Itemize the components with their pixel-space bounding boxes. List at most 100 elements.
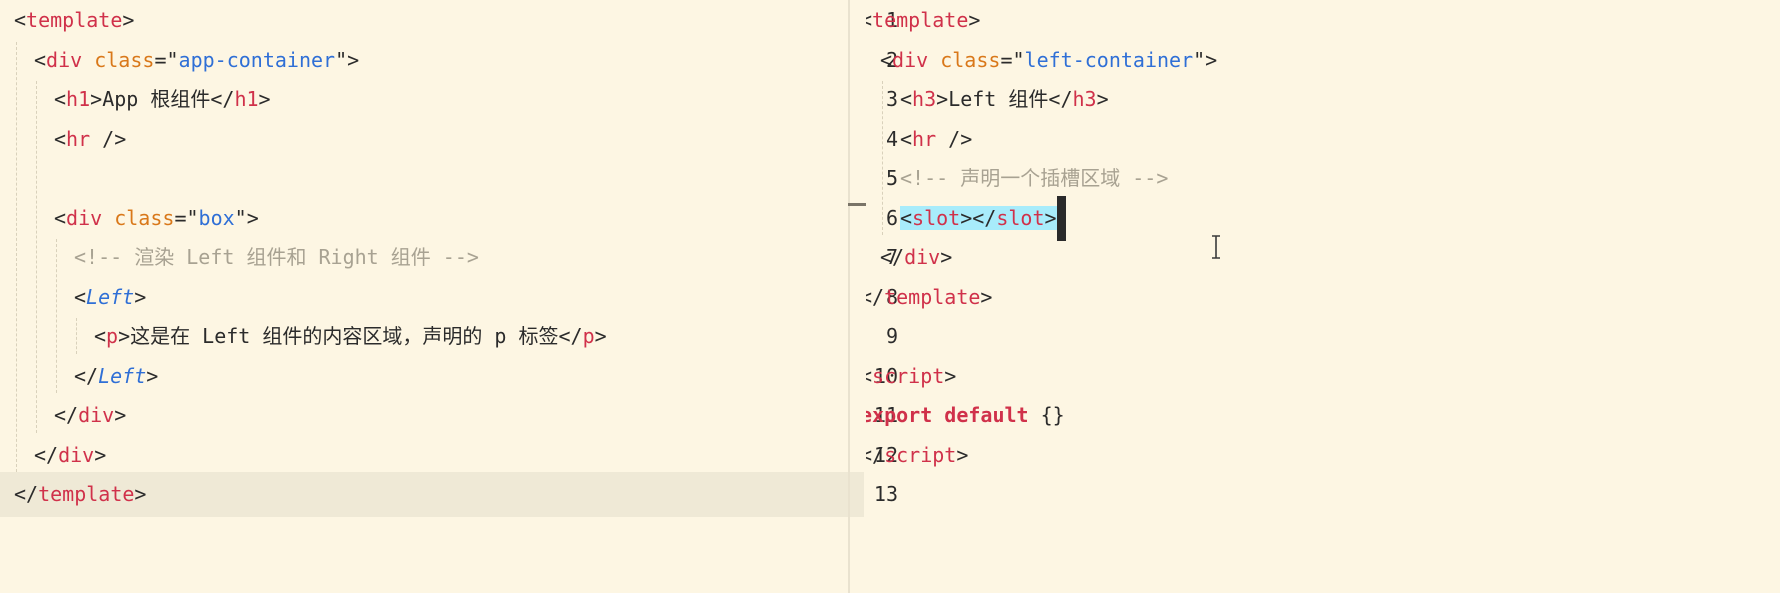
code-token: h3 — [912, 87, 937, 111]
code-token: > — [146, 363, 159, 388]
split-divider[interactable] — [848, 0, 850, 593]
code-text[interactable]: <!-- 渲染 Left 组件和 Right 组件 --> — [74, 235, 479, 280]
code-token: script — [872, 363, 945, 388]
code-token: > — [114, 403, 127, 427]
indent-guide — [76, 318, 77, 354]
code-line[interactable]: 6 <slot></slot> — [866, 195, 1780, 241]
code-token: < — [34, 47, 47, 72]
code-text[interactable]: </div> — [880, 235, 952, 280]
code-token: template — [872, 8, 969, 32]
code-text[interactable]: </template> — [14, 472, 146, 517]
code-token: </ — [74, 363, 99, 388]
code-text[interactable]: </script> — [866, 433, 968, 478]
code-text[interactable]: <div class="box"> — [54, 196, 259, 241]
code-line[interactable]: 8 </template> — [866, 275, 1780, 320]
code-token: h1 — [234, 87, 259, 111]
code-text[interactable]: <script> — [866, 354, 956, 399]
code-text[interactable]: <slot></slot> — [900, 195, 1066, 241]
code-line[interactable]: </Left> — [0, 354, 864, 399]
code-token: class — [940, 47, 1001, 72]
selected-code-token: > — [1044, 205, 1057, 230]
code-token: template — [38, 482, 135, 506]
code-token: > — [980, 284, 993, 309]
code-token: > — [944, 363, 957, 388]
code-line[interactable]: 12 </script> — [866, 433, 1780, 478]
code-token: script — [884, 442, 957, 467]
text-caret — [1056, 195, 1066, 241]
code-token: Left — [98, 363, 147, 388]
code-token: class — [94, 47, 155, 72]
split-code-editor: <template> <div class="app-container"> <h1… — [0, 0, 1780, 593]
code-token: > — [94, 442, 107, 467]
code-text[interactable]: <hr /> — [900, 117, 972, 162]
code-line[interactable]: </div> — [0, 393, 864, 438]
code-line[interactable]: 3 <h3>Left 组件</h3> — [866, 77, 1780, 122]
code-token: <!-- 渲染 Left 组件和 Right 组件 --> — [74, 245, 479, 269]
code-line[interactable]: 2 <div class="left-container"> — [866, 38, 1780, 83]
code-token: "> — [234, 205, 259, 230]
code-line[interactable]: <div class="box"> — [0, 196, 864, 241]
code-text[interactable]: <h1>App 根组件</h1> — [54, 77, 271, 122]
code-token: template — [884, 284, 981, 309]
code-line[interactable] — [0, 156, 864, 201]
code-token: < — [880, 47, 893, 72]
code-text[interactable]: <h3>Left 组件</h3> — [900, 77, 1109, 122]
code-text[interactable]: export default {} — [866, 393, 1065, 438]
code-text[interactable]: <!-- 声明一个插槽区域 --> — [900, 156, 1168, 201]
code-text[interactable]: </Left> — [74, 354, 158, 399]
code-line[interactable]: </template> — [0, 472, 864, 517]
code-token: > — [594, 324, 607, 348]
split-resize-handle[interactable] — [848, 203, 866, 206]
i-beam-cursor-icon — [1212, 235, 1220, 259]
code-token: =" — [174, 205, 199, 230]
code-line[interactable]: 13 — [866, 472, 1780, 517]
code-token: default — [944, 403, 1029, 427]
code-text[interactable]: <hr /> — [54, 117, 126, 162]
selected-code-token: slot — [912, 205, 961, 230]
code-line[interactable]: 10 <script> — [866, 354, 1780, 399]
code-text[interactable]: <div class="app-container"> — [34, 38, 359, 83]
left-editor-pane[interactable]: <template> <div class="app-container"> <h1… — [0, 0, 864, 593]
code-line[interactable]: <Left> — [0, 275, 864, 320]
code-token: < — [900, 87, 913, 111]
code-line[interactable]: <div class="app-container"> — [0, 38, 864, 83]
code-token: =" — [1000, 47, 1025, 72]
code-token: > — [90, 87, 103, 111]
right-editor-pane[interactable]: 1 <template> 2 <div class="left-container">… — [866, 0, 1780, 593]
code-token: < — [94, 324, 107, 348]
code-text[interactable]: <div class="left-container"> — [880, 38, 1217, 83]
code-line[interactable]: 11 export default {} — [866, 393, 1780, 438]
code-token: > — [134, 284, 147, 309]
code-text[interactable]: </div> — [34, 433, 106, 478]
code-line[interactable]: <!-- 渲染 Left 组件和 Right 组件 --> — [0, 235, 864, 280]
code-token: hr — [66, 126, 91, 151]
code-token: </ — [14, 482, 39, 506]
code-line[interactable]: 4 <hr /> — [866, 117, 1780, 162]
code-text[interactable]: </div> — [54, 393, 126, 438]
code-line[interactable]: 9 — [866, 314, 1780, 359]
code-token: template — [26, 8, 123, 32]
code-token: < — [54, 87, 67, 111]
code-token: > — [122, 8, 135, 32]
code-token: hr — [912, 126, 937, 151]
code-line[interactable]: </div> — [0, 433, 864, 478]
code-token: "> — [1193, 47, 1218, 72]
code-text[interactable]: </template> — [866, 275, 992, 320]
code-line[interactable]: <p>这是在 Left 组件的内容区域，声明的 p 标签</p> — [0, 314, 864, 359]
code-token: /> — [936, 126, 973, 151]
code-token: div — [904, 245, 941, 269]
code-token: <!-- 声明一个插槽区域 --> — [900, 166, 1169, 190]
code-token: export — [866, 403, 933, 427]
code-line[interactable]: 7 </div> — [866, 235, 1780, 280]
code-line[interactable]: 5 <!-- 声明一个插槽区域 --> — [866, 156, 1780, 201]
code-line[interactable]: <hr /> — [0, 117, 864, 162]
code-text[interactable]: <Left> — [74, 275, 146, 320]
code-text[interactable]: <p>这是在 Left 组件的内容区域，声明的 p 标签</p> — [94, 314, 607, 359]
code-token: </ — [34, 442, 59, 467]
selected-code-token: ></ — [960, 205, 997, 230]
code-line[interactable]: <h1>App 根组件</h1> — [0, 77, 864, 122]
code-token: =" — [154, 47, 179, 72]
